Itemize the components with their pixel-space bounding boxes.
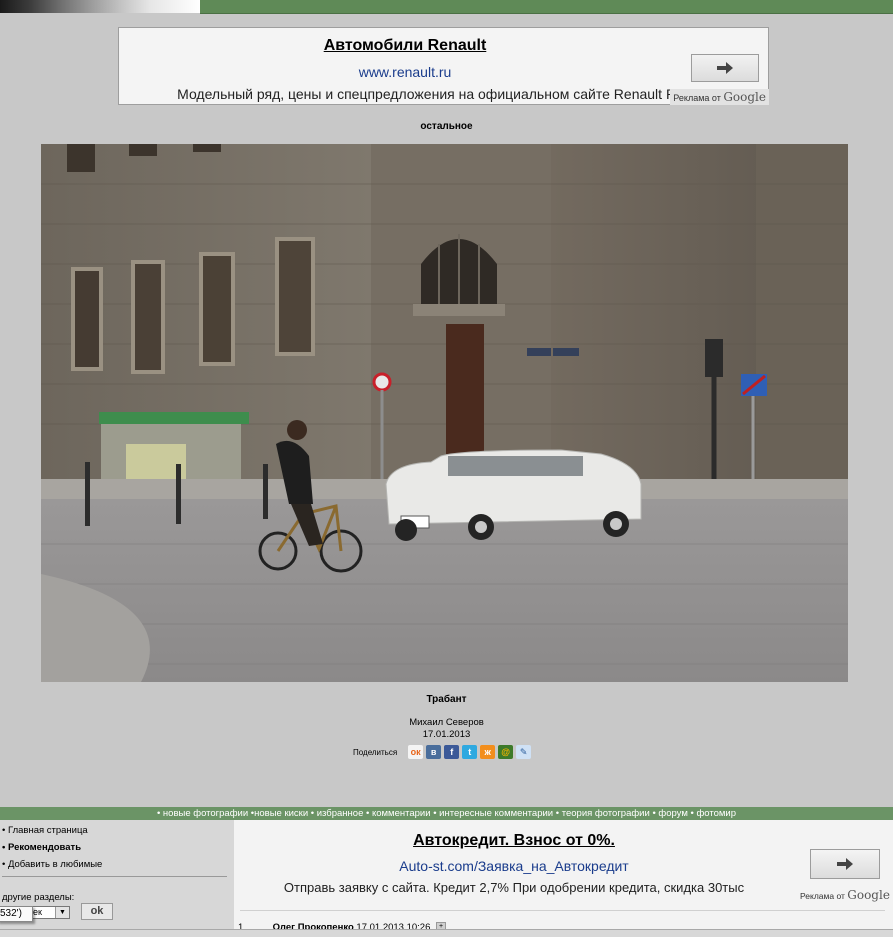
bottom-ad-attribution-prefix: Реклама от (800, 891, 845, 901)
top-ad-attribution-prefix: Реклама от (673, 93, 721, 103)
top-ad-url[interactable]: www.renault.ru (119, 64, 691, 80)
top-strip (0, 0, 893, 14)
bottom-ad-go-button[interactable] (810, 849, 880, 879)
share-bar: Поделиться ок в f t ж @ ✎ (353, 744, 532, 760)
main-nav: • новые фотографии •новые киски • избран… (0, 807, 893, 820)
top-ad-box[interactable]: Автомобили Renault www.renault.ru Модель… (118, 27, 769, 105)
arrow-right-icon (717, 62, 733, 74)
nav-photoworld[interactable]: • фотомир (691, 808, 737, 819)
nav-photo-theory[interactable]: • теория фотографии (556, 808, 650, 819)
photo-title: Трабант (426, 694, 467, 705)
comments-divider (240, 910, 885, 911)
top-ad-go-button[interactable] (691, 54, 759, 82)
nav-favorites[interactable]: • избранное (311, 808, 364, 819)
top-gradient (0, 0, 200, 13)
bottom-ad-box[interactable]: Автокредит. Взнос от 0%. Auto-st.com/Зая… (234, 820, 893, 908)
photo-image (41, 144, 848, 682)
mailru-icon[interactable]: @ (498, 745, 514, 759)
sections-select-value: ек (33, 907, 42, 917)
twitter-icon[interactable]: t (462, 745, 478, 759)
bottom-ad-attribution-brand: Google (847, 888, 890, 902)
nav-comments[interactable]: • комментарии (366, 808, 431, 819)
moikrug-icon[interactable]: ж (480, 745, 496, 759)
bottom-ad-title[interactable]: Автокредит. Взнос от 0%. (234, 832, 794, 850)
nav-new-cats[interactable]: •новые киски (251, 808, 308, 819)
sidebar-divider (2, 876, 227, 877)
top-green-bar (200, 0, 893, 14)
sidebar-favorites-link[interactable]: • Добавить в любимые (2, 859, 102, 870)
nav-interesting-comments[interactable]: • интересные комментарии (433, 808, 553, 819)
share-label: Поделиться (353, 747, 398, 757)
photo-date: 17.01.2013 (422, 729, 471, 740)
odnoklassniki-icon[interactable]: ок (408, 745, 424, 759)
section-label: остальное (420, 121, 473, 132)
ok-button[interactable]: ok (81, 903, 113, 920)
facebook-icon[interactable]: f (444, 745, 460, 759)
chevron-down-icon[interactable]: ▼ (55, 907, 69, 918)
left-sidebar: • Главная страница • Рекомендовать • Доб… (0, 820, 234, 936)
tooltip: 532') (0, 906, 33, 922)
top-ad-attribution[interactable]: Реклама от Google (670, 89, 769, 105)
bottom-ad-description: Отправь заявку с сайта. Кредит 2,7% При … (283, 880, 745, 895)
sidebar-home-link[interactable]: • Главная страница (2, 825, 88, 836)
nav-forum[interactable]: • форум (652, 808, 687, 819)
bottom-ad-url[interactable]: Auto-st.com/Заявка_на_Автокредит (234, 858, 794, 874)
arrow-right-icon (837, 858, 853, 870)
top-ad-attribution-brand: Google (723, 90, 766, 104)
sidebar-recommend-link[interactable]: • Рекомендовать (2, 842, 81, 853)
other-sections-label: другие разделы: (2, 892, 75, 903)
main-photo[interactable] (41, 144, 848, 682)
top-ad-title[interactable]: Автомобили Renault (119, 37, 691, 55)
nav-new-photos[interactable]: • новые фотографии (157, 808, 248, 819)
bottom-ad-attribution[interactable]: Реклама от Google (800, 888, 890, 902)
vkontakte-icon[interactable]: в (426, 745, 442, 759)
livejournal-icon[interactable]: ✎ (516, 745, 532, 759)
photo-author[interactable]: Михаил Северов (0, 717, 893, 728)
